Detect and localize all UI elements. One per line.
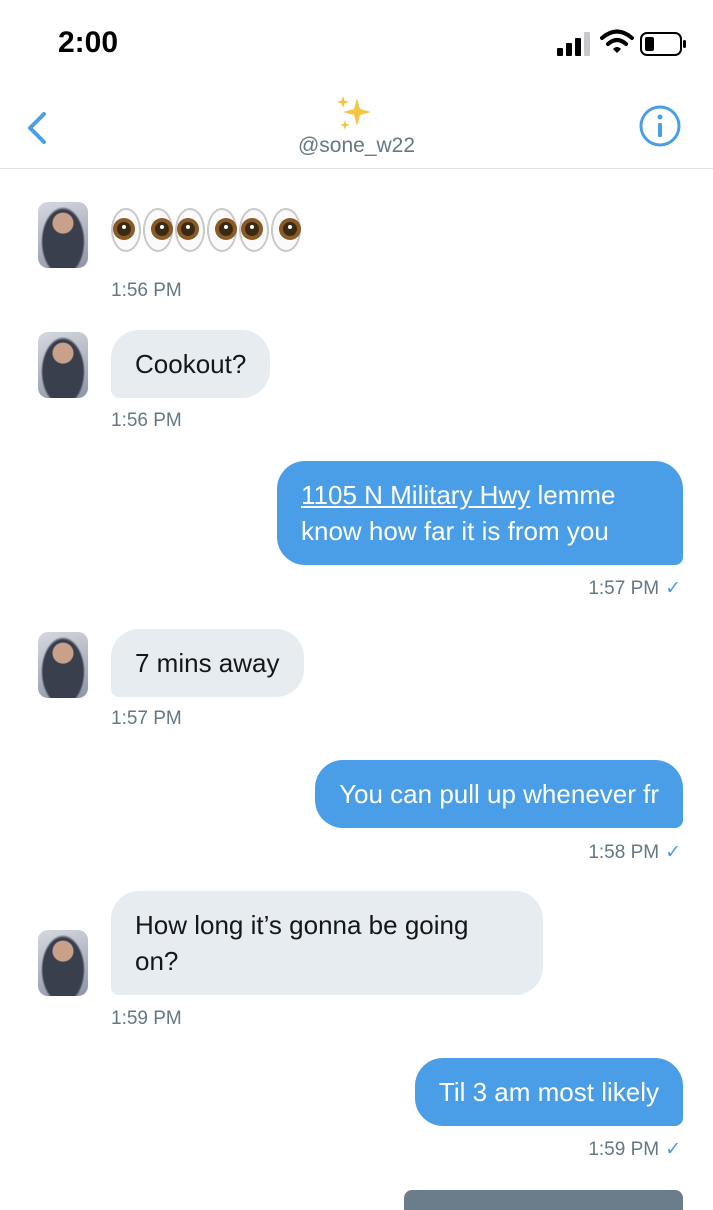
sender-avatar[interactable]: [38, 632, 88, 698]
address-link[interactable]: 1105 N Military Hwy: [301, 480, 530, 510]
wifi-icon: [600, 29, 634, 53]
eyes-emoji-icon: [111, 208, 141, 252]
read-check-icon: ✓: [665, 842, 681, 863]
outgoing-message-bubble[interactable]: 1105 N Military Hwy lemme know how far i…: [277, 461, 683, 565]
message-status: 1:57 PM ✓: [588, 577, 681, 600]
conversation-handle[interactable]: @sone_w22: [0, 134, 713, 158]
read-check-icon: ✓: [665, 578, 681, 599]
message-status: 1:58 PM ✓: [588, 841, 681, 864]
message-timestamp: 1:59 PM: [111, 1008, 182, 1029]
sender-avatar[interactable]: [38, 202, 88, 268]
eyes-emoji-icon: [239, 208, 269, 252]
message-timestamp: 1:56 PM: [111, 410, 182, 431]
message-status: 1:59 PM ✓: [588, 1138, 681, 1161]
message-timestamp: 1:57 PM: [588, 577, 660, 599]
eyes-emoji-icon: [175, 208, 205, 252]
message-timestamp: 1:57 PM: [111, 708, 182, 729]
sender-avatar[interactable]: [38, 332, 88, 398]
incoming-message-bubble[interactable]: How long it’s gonna be going on?: [111, 891, 543, 995]
conversation-header: @sone_w22: [0, 88, 713, 169]
message-timestamp: 1:58 PM: [588, 841, 660, 863]
incoming-message-bubble[interactable]: 7 mins away: [111, 629, 304, 697]
incoming-message-bubble[interactable]: Cookout?: [111, 330, 271, 398]
eyes-emoji-icon: [143, 208, 173, 252]
message-timestamp: 1:56 PM: [111, 280, 182, 301]
info-icon[interactable]: [638, 104, 682, 148]
outgoing-message-bubble[interactable]: Til 3 am most likely: [414, 1058, 683, 1126]
sparkles-icon: [337, 96, 371, 130]
eyes-emoji-icon: [271, 208, 301, 252]
status-time: 2:00: [58, 26, 119, 59]
read-check-icon: ✓: [665, 1139, 681, 1160]
emoji-message: [111, 208, 301, 252]
battery-icon: [640, 32, 686, 56]
partial-message-bubble[interactable]: [404, 1190, 683, 1210]
status-bar: 2:00: [0, 0, 713, 88]
eyes-emoji-icon: [207, 208, 237, 252]
signal-icon: [557, 32, 590, 56]
message-timestamp: 1:59 PM: [588, 1138, 660, 1160]
sender-avatar[interactable]: [38, 930, 88, 996]
outgoing-message-bubble[interactable]: You can pull up whenever fr: [315, 760, 683, 828]
